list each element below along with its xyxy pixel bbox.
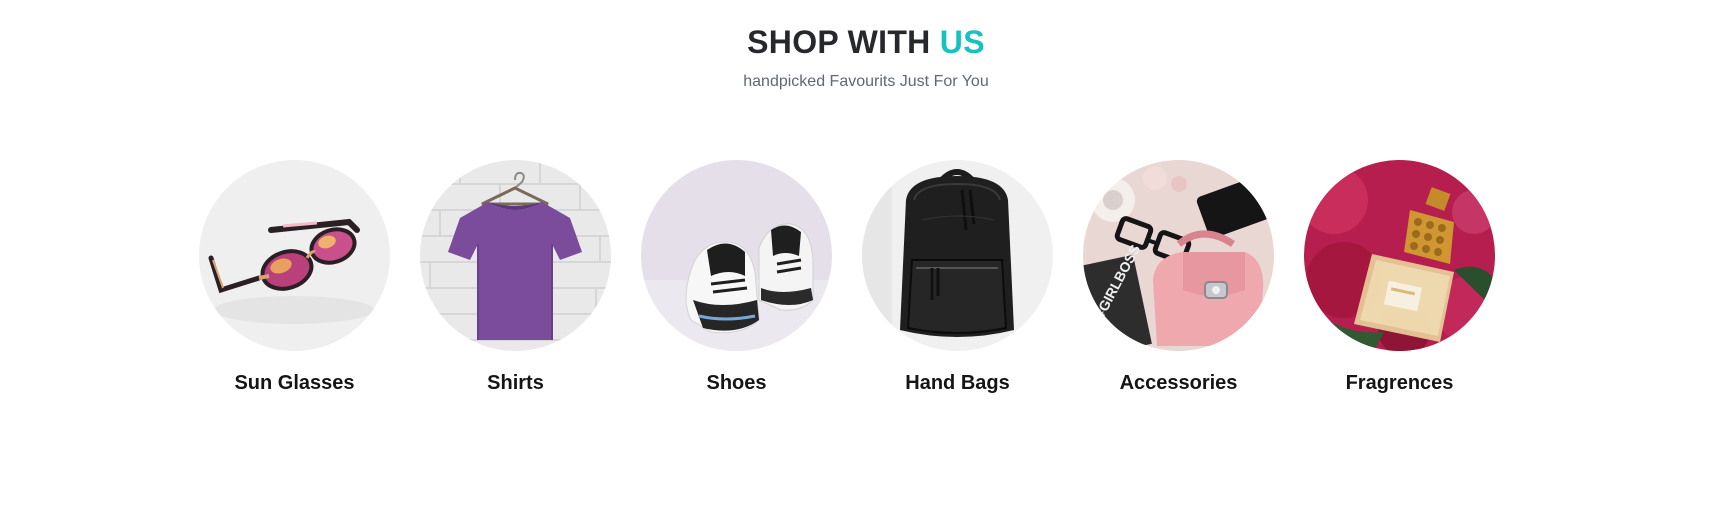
category-accessories[interactable]: #GIRLBOSS Accessories bbox=[1083, 160, 1274, 395]
sneakers-image[interactable] bbox=[641, 160, 832, 351]
section-title-accent: US bbox=[939, 24, 985, 60]
perfume-image[interactable] bbox=[1304, 160, 1495, 351]
category-label[interactable]: Shirts bbox=[420, 371, 611, 395]
category-hand-bags[interactable]: Hand Bags bbox=[862, 160, 1053, 395]
category-label[interactable]: Hand Bags bbox=[862, 371, 1053, 395]
category-shoes[interactable]: Shoes bbox=[641, 160, 832, 395]
category-fragrences[interactable]: Fragrences bbox=[1304, 160, 1495, 395]
t-shirt-image[interactable] bbox=[420, 160, 611, 351]
sunglasses-image[interactable] bbox=[199, 160, 390, 351]
backpack-image[interactable] bbox=[862, 160, 1053, 351]
category-sun-glasses[interactable]: Sun Glasses bbox=[199, 160, 390, 395]
category-list: Sun Glasses Shirts Shoes Hand Bags #GIRL… bbox=[199, 160, 1529, 400]
category-label[interactable]: Shoes bbox=[641, 371, 832, 395]
category-label[interactable]: Sun Glasses bbox=[199, 371, 390, 395]
section-title-main: SHOP WITH bbox=[747, 24, 931, 60]
category-shirts[interactable]: Shirts bbox=[420, 160, 611, 395]
section-title: SHOP WITH US bbox=[0, 0, 1732, 62]
section-subtitle: handpicked Favourits Just For You bbox=[743, 73, 989, 90]
accessories-image[interactable]: #GIRLBOSS bbox=[1083, 160, 1274, 351]
category-label[interactable]: Fragrences bbox=[1304, 371, 1495, 395]
category-label[interactable]: Accessories bbox=[1083, 371, 1274, 395]
section-header: SHOP WITH US handpicked Favourits Just F… bbox=[0, 0, 1732, 92]
